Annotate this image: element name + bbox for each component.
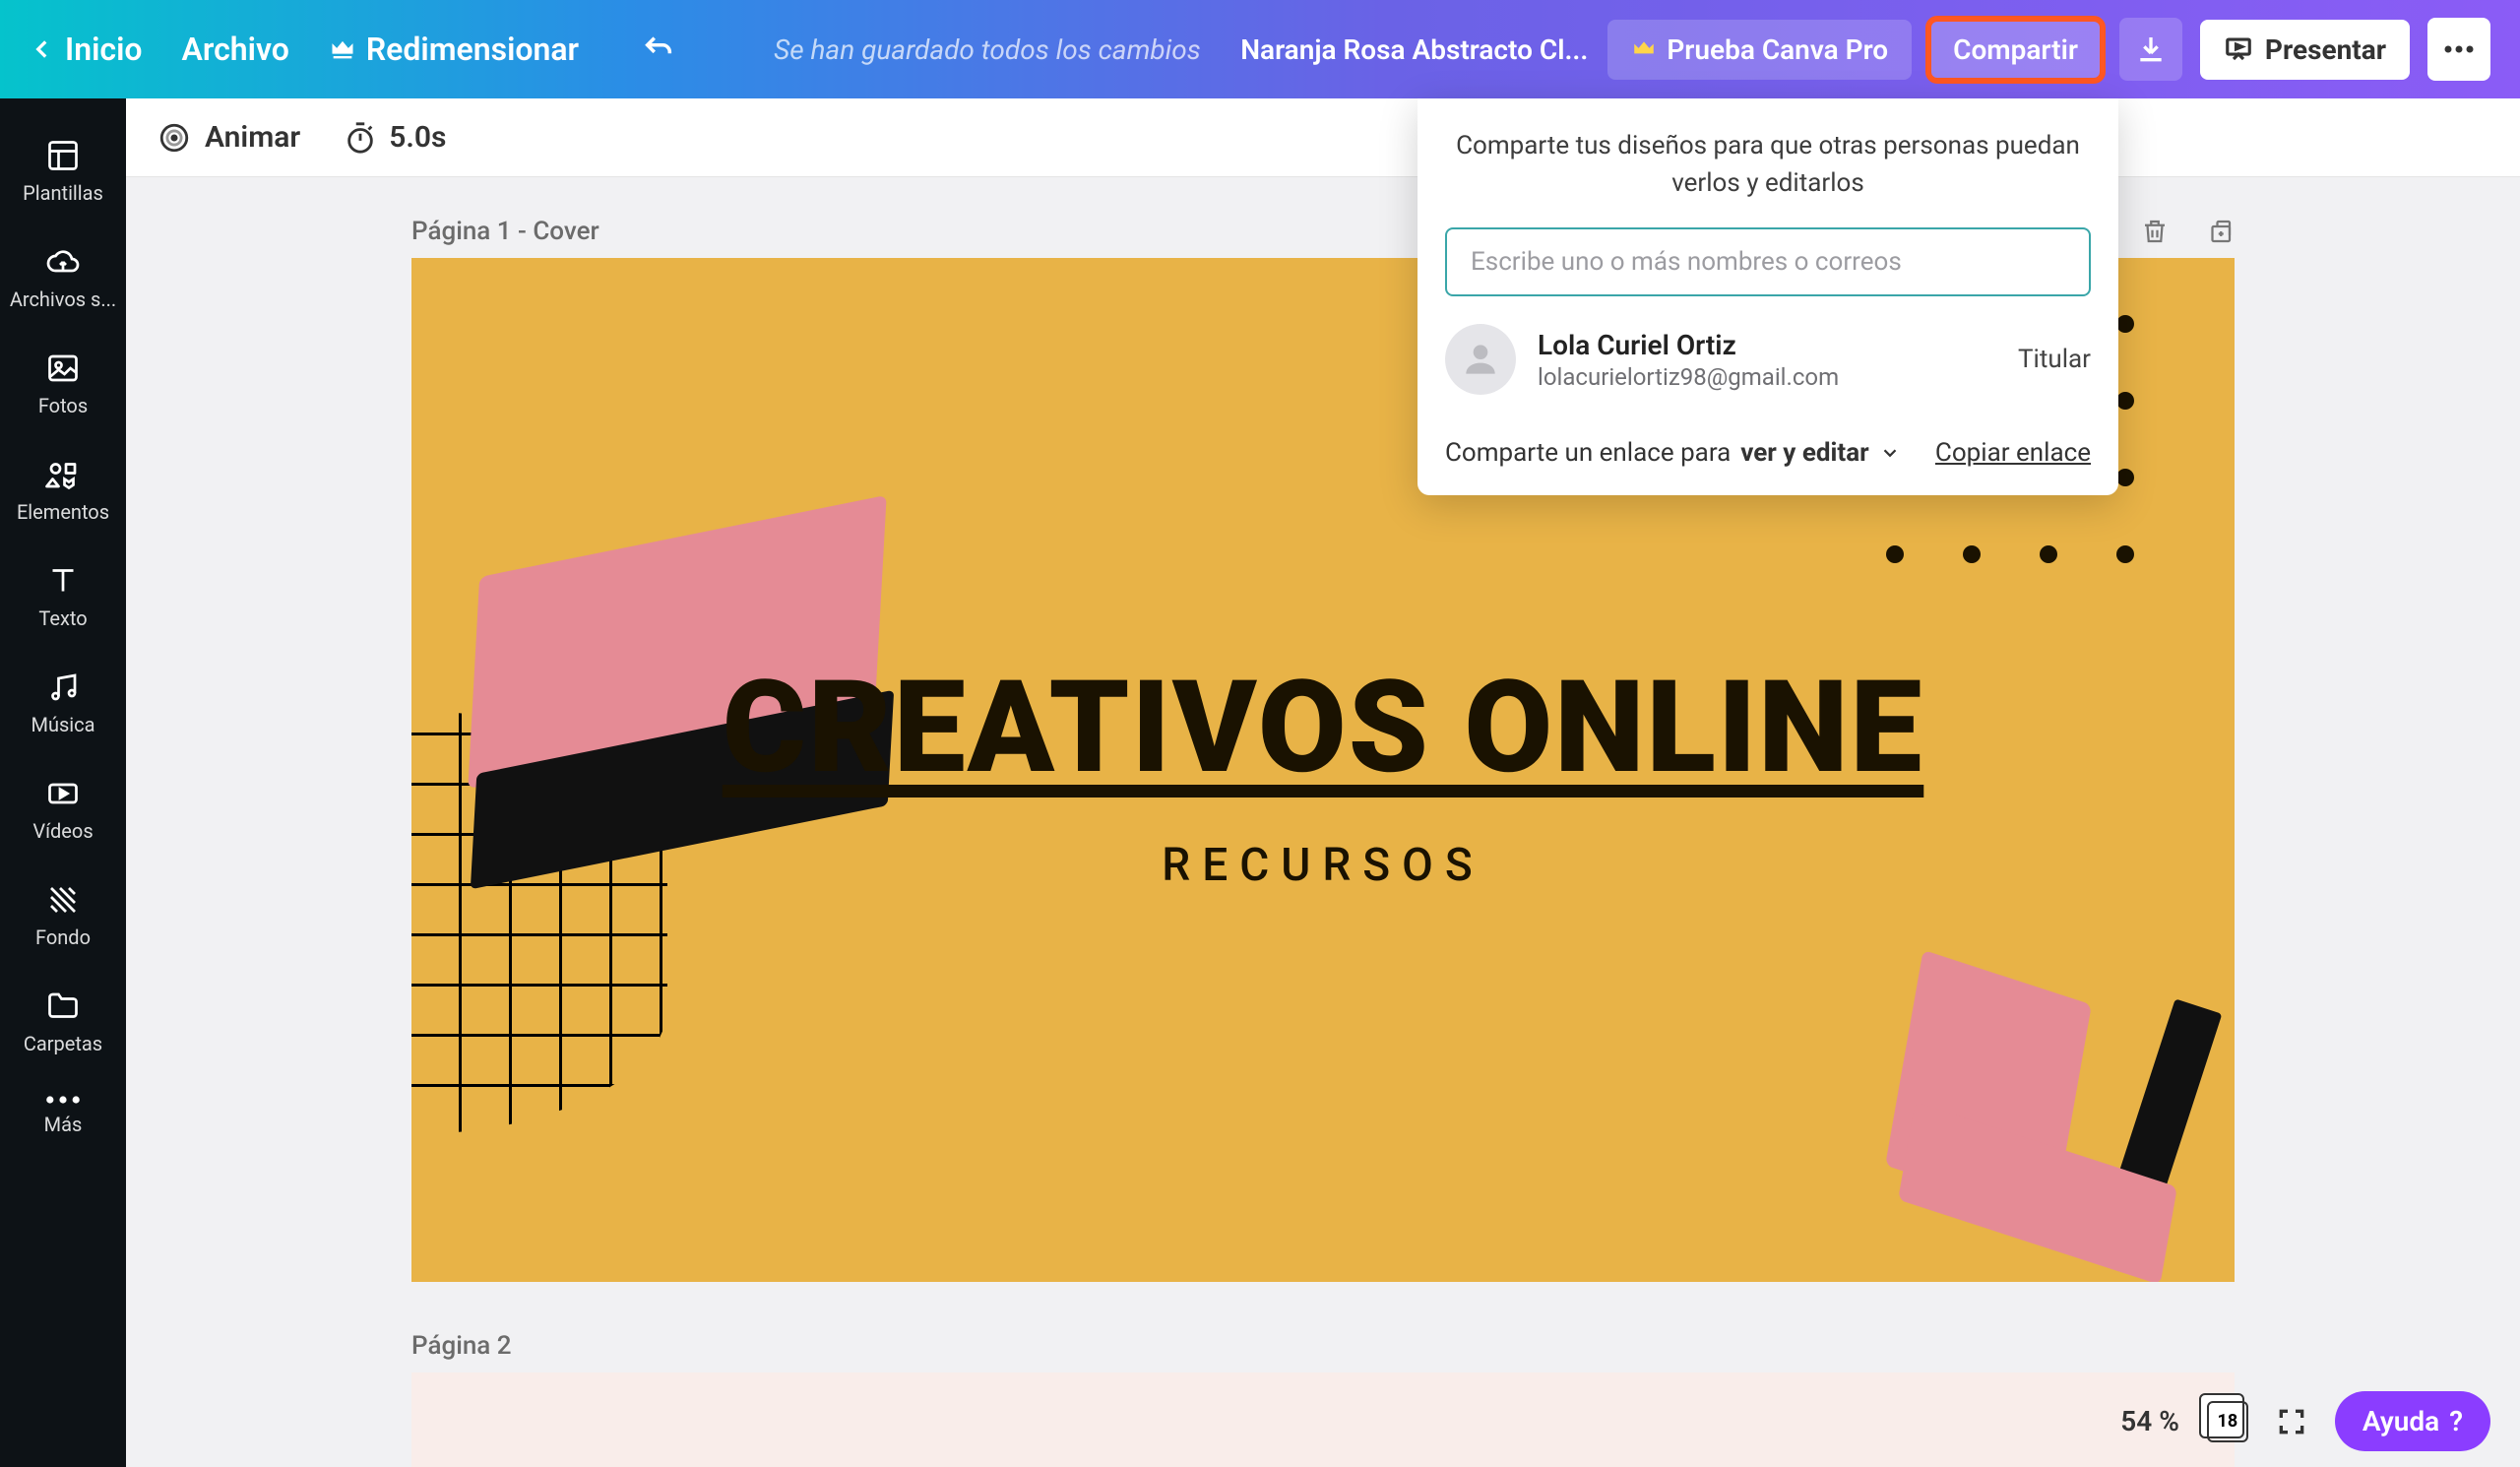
video-icon bbox=[45, 776, 81, 811]
sidebar-label: Más bbox=[44, 1113, 83, 1136]
sidebar-item-videos[interactable]: Vídeos bbox=[0, 756, 126, 862]
file-menu[interactable]: Archivo bbox=[182, 31, 289, 68]
fullscreen-icon[interactable] bbox=[2276, 1406, 2307, 1437]
download-icon bbox=[2135, 33, 2167, 65]
bottom-bar: 54 % 18 Ayuda ? bbox=[2120, 1391, 2490, 1451]
slide-2[interactable] bbox=[411, 1372, 2235, 1467]
photo-icon bbox=[45, 351, 81, 386]
undo-icon[interactable] bbox=[642, 32, 675, 66]
background-icon bbox=[45, 882, 81, 918]
sidebar-item-templates[interactable]: Plantillas bbox=[0, 118, 126, 224]
try-pro-label: Prueba Canva Pro bbox=[1667, 33, 1888, 66]
share-popover: Comparte tus diseños para que otras pers… bbox=[1418, 98, 2118, 495]
duration-button[interactable]: 5.0s bbox=[344, 120, 446, 155]
zoom-level[interactable]: 54 % bbox=[2120, 1405, 2179, 1437]
dots-horizontal-icon bbox=[45, 1095, 81, 1105]
share-button[interactable]: Compartir bbox=[1929, 20, 2102, 80]
chevron-left-icon bbox=[30, 36, 55, 62]
share-user-row: Lola Curiel Ortiz lolacurielortiz98@gmai… bbox=[1445, 324, 2091, 395]
present-icon bbox=[2224, 34, 2253, 64]
page-count-value: 18 bbox=[2207, 1401, 2248, 1442]
page-2-label[interactable]: Página 2 bbox=[411, 1331, 2235, 1361]
share-heading: Comparte tus diseños para que otras pers… bbox=[1445, 128, 2091, 202]
text-icon bbox=[45, 563, 81, 599]
editor-toolbar: Animar 5.0s bbox=[126, 98, 2520, 177]
sidebar-label: Fotos bbox=[38, 394, 88, 417]
slide-title[interactable]: CREATIVOS ONLINE bbox=[411, 652, 2235, 802]
user-icon bbox=[1459, 338, 1502, 381]
dots-horizontal-icon bbox=[2444, 45, 2474, 53]
cloud-upload-icon bbox=[45, 244, 81, 280]
avatar bbox=[1445, 324, 1516, 395]
top-right: Prueba Canva Pro Compartir Presentar bbox=[1607, 18, 2490, 81]
user-info: Lola Curiel Ortiz lolacurielortiz98@gmai… bbox=[1538, 329, 1996, 391]
canvas-area: Página 1 - Cover CREATIVOS ONLINE RECURS… bbox=[126, 177, 2520, 1467]
top-bar: Inicio Archivo Redimensionar Se han guar… bbox=[0, 0, 2520, 98]
stopwatch-icon bbox=[344, 121, 377, 155]
sidebar-item-more[interactable]: Más bbox=[0, 1075, 126, 1156]
slide-subtitle[interactable]: RECURSOS bbox=[411, 839, 2235, 892]
animate-icon bbox=[158, 121, 191, 155]
page-1-label[interactable]: Página 1 - Cover bbox=[411, 217, 599, 246]
page-actions bbox=[2140, 217, 2235, 246]
music-icon bbox=[45, 670, 81, 705]
copy-link-button[interactable]: Copiar enlace bbox=[1935, 438, 2091, 468]
decoration-shape-right bbox=[1900, 977, 2175, 1243]
folder-icon bbox=[45, 989, 81, 1024]
page-count-button[interactable]: 18 bbox=[2207, 1401, 2248, 1442]
duration-value: 5.0s bbox=[389, 120, 446, 155]
animate-button[interactable]: Animar bbox=[158, 120, 300, 155]
sidebar-item-elements[interactable]: Elementos bbox=[0, 437, 126, 543]
share-link-mode[interactable]: Comparte un enlace para ver y editar bbox=[1445, 438, 1901, 468]
share-link-mode-value: ver y editar bbox=[1740, 438, 1868, 468]
home-link[interactable]: Inicio bbox=[30, 31, 143, 68]
share-footer: Comparte un enlace para ver y editar Cop… bbox=[1445, 438, 2091, 468]
shapes-icon bbox=[45, 457, 81, 492]
resize-button[interactable]: Redimensionar bbox=[329, 31, 579, 68]
save-status: Se han guardado todos los cambios bbox=[695, 33, 1221, 66]
sidebar-item-background[interactable]: Fondo bbox=[0, 862, 126, 969]
export-icon[interactable] bbox=[2205, 217, 2235, 246]
sidebar-label: Música bbox=[31, 713, 94, 736]
help-label: Ayuda bbox=[2362, 1405, 2439, 1437]
share-recipients-input[interactable] bbox=[1445, 227, 2091, 296]
left-sidebar: Plantillas Archivos s... Fotos Elementos… bbox=[0, 98, 126, 1467]
user-email: lolacurielortiz98@gmail.com bbox=[1538, 363, 1996, 391]
present-button[interactable]: Presentar bbox=[2200, 20, 2410, 80]
sidebar-item-photos[interactable]: Fotos bbox=[0, 331, 126, 437]
question-icon: ? bbox=[2449, 1405, 2463, 1437]
sidebar-label: Plantillas bbox=[23, 181, 103, 205]
trash-icon[interactable] bbox=[2140, 217, 2170, 246]
top-left: Inicio Archivo Redimensionar bbox=[30, 31, 675, 68]
sidebar-label: Carpetas bbox=[24, 1032, 102, 1055]
crown-icon bbox=[329, 35, 356, 63]
sidebar-item-uploads[interactable]: Archivos s... bbox=[0, 224, 126, 331]
sidebar-label: Elementos bbox=[17, 500, 109, 524]
user-name: Lola Curiel Ortiz bbox=[1538, 329, 1996, 361]
sidebar-item-music[interactable]: Música bbox=[0, 650, 126, 756]
help-button[interactable]: Ayuda ? bbox=[2335, 1391, 2490, 1451]
sidebar-item-text[interactable]: Texto bbox=[0, 543, 126, 650]
present-label: Presentar bbox=[2265, 33, 2386, 66]
home-label: Inicio bbox=[65, 31, 143, 68]
document-title[interactable]: Naranja Rosa Abstracto Cl... bbox=[1240, 33, 1588, 66]
sidebar-label: Archivos s... bbox=[10, 287, 116, 311]
animate-label: Animar bbox=[205, 120, 300, 155]
sidebar-label: Fondo bbox=[35, 925, 91, 949]
sidebar-label: Texto bbox=[38, 606, 87, 630]
chevron-down-icon bbox=[1879, 442, 1901, 464]
try-pro-button[interactable]: Prueba Canva Pro bbox=[1607, 20, 1912, 80]
user-role: Titular bbox=[2018, 345, 2091, 374]
sidebar-label: Vídeos bbox=[32, 819, 93, 843]
resize-label: Redimensionar bbox=[366, 31, 579, 68]
share-link-prefix: Comparte un enlace para bbox=[1445, 438, 1731, 468]
more-menu-button[interactable] bbox=[2427, 18, 2490, 81]
templates-icon bbox=[45, 138, 81, 173]
download-button[interactable] bbox=[2119, 18, 2182, 81]
crown-icon bbox=[1631, 36, 1657, 62]
sidebar-item-folders[interactable]: Carpetas bbox=[0, 969, 126, 1075]
